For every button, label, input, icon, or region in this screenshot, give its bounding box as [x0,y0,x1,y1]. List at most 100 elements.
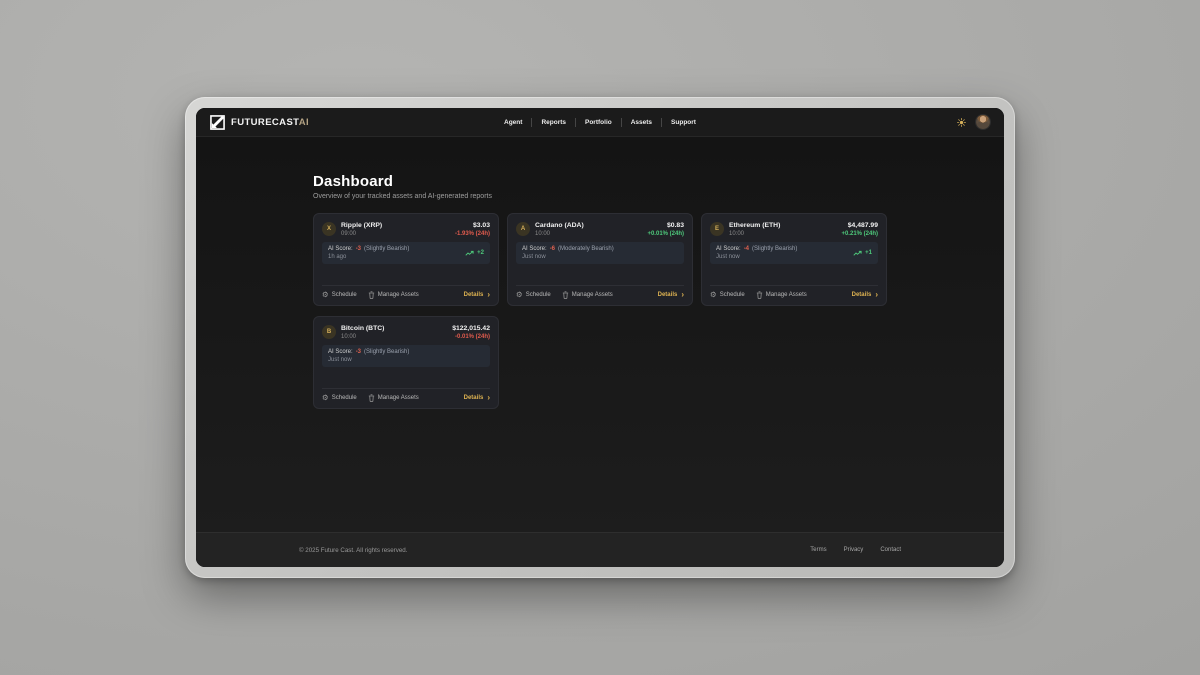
gear-icon: ⚙ [322,394,329,402]
asset-letter-icon: E [710,222,724,236]
ai-score-panel: AI Score: -3 (Slightly Bearish) Just now [322,345,490,367]
trash-icon [562,291,569,299]
gear-icon: ⚙ [516,291,523,299]
manage-assets-button[interactable]: Manage Assets [368,291,419,299]
app-header: FUTURECASTAI AgentReportsPortfolioAssets… [196,108,1004,137]
asset-card: B Bitcoin (BTC) 10:00 $122,015.42 -0.01%… [313,316,499,409]
asset-card: X Ripple (XRP) 09:00 $3.03 -1.93% (24h) … [313,213,499,306]
ai-score-value: -6 [550,246,555,252]
user-avatar[interactable] [976,115,990,129]
ai-score-label: AI Score: [716,246,741,252]
trash-icon [368,291,375,299]
page-subtitle: Overview of your tracked assets and AI-g… [313,193,887,200]
ai-score-sentiment: (Slightly Bearish) [752,246,797,252]
trend-badge: +2 [465,250,484,257]
asset-card-header: E Ethereum (ETH) 10:00 $4,487.99 +0.21% … [710,221,878,237]
theme-toggle-button[interactable] [957,118,966,127]
trending-up-icon [465,250,474,257]
schedule-button[interactable]: ⚙ Schedule [516,291,551,299]
footer-link-contact[interactable]: Contact [880,547,901,553]
chevron-right-icon: › [487,394,490,402]
asset-price: $122,015.42 [452,325,490,332]
asset-change-24h: +0.21% (24h) [841,231,878,237]
ai-score-updated: Just now [522,254,614,260]
ai-score-sentiment: (Slightly Bearish) [364,349,409,355]
manage-assets-button[interactable]: Manage Assets [368,394,419,402]
ai-score-panel: AI Score: -6 (Moderately Bearish) Just n… [516,242,684,264]
ai-score-label: AI Score: [328,349,353,355]
asset-change-24h: -1.93% (24h) [455,231,490,237]
ai-score-value: -3 [356,246,361,252]
asset-change-24h: -0.01% (24h) [455,334,490,340]
nav-item-agent[interactable]: Agent [495,118,532,127]
asset-card-header: X Ripple (XRP) 09:00 $3.03 -1.93% (24h) [322,221,490,237]
details-button[interactable]: Details › [464,291,490,299]
trending-up-icon [853,250,862,257]
schedule-button[interactable]: ⚙ Schedule [710,291,745,299]
ai-score-updated: Just now [716,254,797,260]
futurecast-logo-icon [210,115,225,130]
brand[interactable]: FUTURECASTAI [210,115,410,130]
brand-name: FUTURECAST [231,117,299,128]
asset-time: 09:00 [341,231,382,237]
app-window: FUTURECASTAI AgentReportsPortfolioAssets… [185,97,1015,578]
asset-card-header: A Cardano (ADA) 10:00 $0.83 +0.01% (24h) [516,221,684,237]
asset-time: 10:00 [535,231,584,237]
asset-card-header: B Bitcoin (BTC) 10:00 $122,015.42 -0.01%… [322,324,490,340]
trend-value: +1 [865,250,872,256]
main-area: Dashboard Overview of your tracked asset… [196,137,1004,532]
page-title: Dashboard [313,173,887,190]
footer-link-privacy[interactable]: Privacy [844,547,864,553]
app-screen: FUTURECASTAI AgentReportsPortfolioAssets… [196,108,1004,567]
asset-time: 10:00 [341,334,384,340]
manage-assets-button[interactable]: Manage Assets [562,291,613,299]
asset-name: Ethereum (ETH) [729,222,780,229]
asset-price: $0.83 [667,222,684,229]
asset-name: Ripple (XRP) [341,222,382,229]
trash-icon [368,394,375,402]
manage-assets-button[interactable]: Manage Assets [756,291,807,299]
copyright-text: © 2025 Future Cast. All rights reserved. [299,547,407,554]
trash-icon [756,291,763,299]
ai-score-panel: AI Score: -3 (Slightly Bearish) 1h ago +… [322,242,490,264]
nav-item-support[interactable]: Support [662,118,705,127]
asset-cards-grid: X Ripple (XRP) 09:00 $3.03 -1.93% (24h) … [313,213,887,409]
asset-card: A Cardano (ADA) 10:00 $0.83 +0.01% (24h)… [507,213,693,306]
sun-icon [957,118,966,127]
nav-item-assets[interactable]: Assets [622,118,662,127]
asset-letter-icon: A [516,222,530,236]
details-button[interactable]: Details › [852,291,878,299]
asset-name: Bitcoin (BTC) [341,325,384,332]
asset-card-actions: ⚙ Schedule Manage Assets Details › [322,388,490,402]
footer-links: Terms Privacy Contact [810,547,901,553]
ai-score-sentiment: (Moderately Bearish) [558,246,614,252]
asset-price: $3.03 [473,222,490,229]
ai-score-updated: Just now [328,357,409,363]
asset-time: 10:00 [729,231,780,237]
nav-item-reports[interactable]: Reports [532,118,576,127]
ai-score-sentiment: (Slightly Bearish) [364,246,409,252]
schedule-button[interactable]: ⚙ Schedule [322,394,357,402]
footer-content: © 2025 Future Cast. All rights reserved.… [299,547,901,554]
schedule-button[interactable]: ⚙ Schedule [322,291,357,299]
asset-card: E Ethereum (ETH) 10:00 $4,487.99 +0.21% … [701,213,887,306]
nav-item-portfolio[interactable]: Portfolio [576,118,622,127]
asset-name: Cardano (ADA) [535,222,584,229]
footer-link-terms[interactable]: Terms [810,547,826,553]
asset-price: $4,487.99 [848,222,878,229]
ai-score-value: -3 [356,349,361,355]
main-nav: AgentReportsPortfolioAssetsSupport [410,118,790,127]
chevron-right-icon: › [681,291,684,299]
asset-letter-icon: X [322,222,336,236]
ai-score-panel: AI Score: -4 (Slightly Bearish) Just now… [710,242,878,264]
trend-value: +2 [477,250,484,256]
trend-badge: +1 [853,250,872,257]
ai-score-value: -4 [744,246,749,252]
chevron-right-icon: › [875,291,878,299]
details-button[interactable]: Details › [658,291,684,299]
gear-icon: ⚙ [322,291,329,299]
details-button[interactable]: Details › [464,394,490,402]
header-actions [790,115,990,129]
ai-score-label: AI Score: [522,246,547,252]
ai-score-updated: 1h ago [328,254,409,260]
